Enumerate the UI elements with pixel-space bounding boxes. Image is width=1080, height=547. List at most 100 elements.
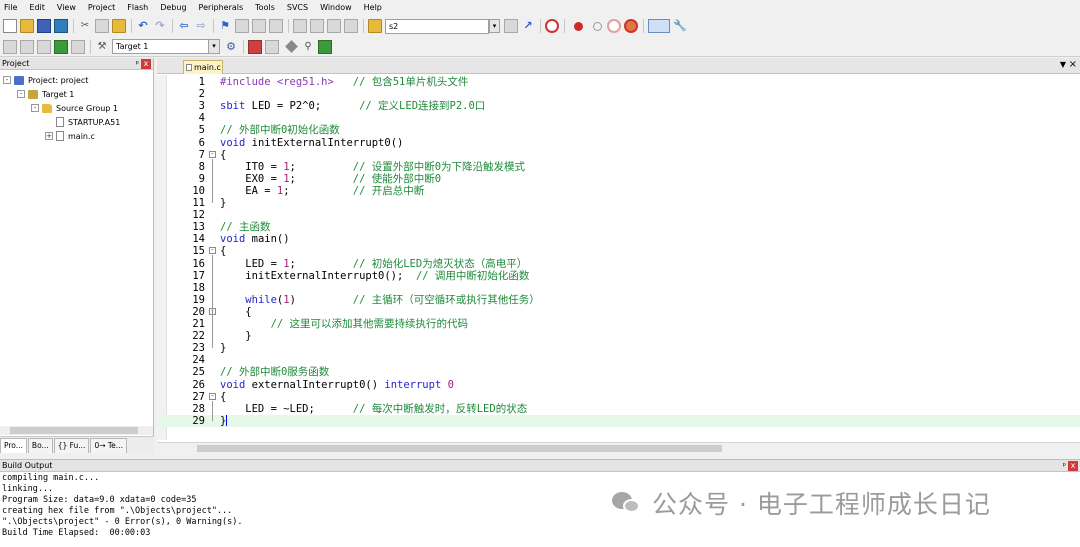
collapse-icon[interactable]: - (3, 76, 11, 84)
new-file-icon[interactable] (3, 19, 17, 33)
menu-item-window[interactable]: Window (320, 0, 352, 16)
code-token: // 每次中断触发时，反转LED的状态 (352, 402, 528, 415)
menu-item-svcs[interactable]: SVCS (287, 0, 308, 16)
code-token: EA = (220, 184, 277, 197)
disable-all-breakpoints-icon[interactable] (624, 19, 638, 33)
menu-item-help[interactable]: Help (364, 0, 382, 16)
line-number: 9 (198, 172, 205, 185)
undo-icon[interactable]: ↶ (136, 19, 150, 33)
expand-icon[interactable]: + (45, 132, 53, 140)
navigate-forward-icon[interactable]: ⇨ (194, 19, 208, 33)
breakpoint-icon[interactable] (574, 21, 583, 31)
editor-hscrollbar[interactable] (157, 442, 1080, 453)
comment-icon[interactable] (327, 19, 341, 33)
collapse-icon[interactable]: - (17, 90, 25, 98)
cut-icon[interactable]: ✂ (78, 19, 92, 33)
tree-item[interactable]: + main.c (0, 129, 153, 143)
tree-item[interactable]: STARTUP.A51 (0, 115, 153, 129)
clear-bookmarks-icon[interactable] (269, 19, 283, 33)
indent-icon[interactable] (293, 19, 307, 33)
tree-item[interactable]: - Target 1 (0, 87, 153, 101)
fold-toggle-icon[interactable]: - (209, 150, 216, 158)
target-select[interactable]: Target 1 ▾ (112, 39, 220, 54)
menu-item-file[interactable]: File (4, 0, 17, 16)
code-text: void externalInterrupt0() interrupt 0 (220, 379, 454, 391)
tab-books[interactable]: Bo... (27, 438, 53, 453)
fold-toggle-icon[interactable]: - (209, 392, 216, 400)
code-text: EX0 = 1; // 使能外部中断0 (220, 173, 441, 185)
find-combo-dropdown-icon[interactable]: ▾ (489, 19, 500, 33)
code-token: 0 (447, 378, 454, 391)
close-icon[interactable]: x (1068, 461, 1078, 471)
next-bookmark-icon[interactable] (252, 19, 266, 33)
scrollbar-thumb[interactable] (10, 427, 138, 434)
open-file-icon[interactable] (20, 19, 34, 33)
pin-icon[interactable]: ᵖ (1063, 460, 1066, 472)
tree-item-label: Target 1 (42, 89, 75, 99)
tab-functions[interactable]: {} Fu... (53, 438, 90, 453)
chevron-down-icon[interactable]: ▾ (208, 40, 219, 53)
navigate-back-icon[interactable]: ⇦ (177, 19, 191, 33)
code-token: initExternalInterrupt0(); (220, 269, 416, 282)
window-layout-icon[interactable] (648, 19, 670, 33)
code-text: void initExternalInterrupt0() (220, 137, 403, 149)
code-token: // 初始化LED为熄灭状态（高电平） (352, 257, 528, 270)
code-line: 9 EX0 = 1; // 使能外部中断0 (157, 173, 1080, 185)
paste-icon[interactable] (112, 19, 126, 33)
code-line: 16 LED = 1; // 初始化LED为熄灭状态（高电平） (157, 258, 1080, 270)
menu-item-tools[interactable]: Tools (255, 0, 275, 16)
menu-item-debug[interactable]: Debug (160, 0, 186, 16)
uncomment-icon[interactable] (344, 19, 358, 33)
download-icon[interactable]: ⚒ (95, 40, 109, 54)
save-all-icon[interactable] (54, 19, 68, 33)
save-icon[interactable] (37, 19, 51, 33)
tree-item[interactable]: - Source Group 1 (0, 101, 153, 115)
tab-templates[interactable]: 0→ Te... (90, 438, 127, 453)
pack-installer-icon[interactable] (285, 40, 298, 53)
wechat-logo-icon (612, 490, 642, 516)
tab-list-dropdown-icon[interactable]: ▼ (1060, 60, 1066, 69)
prev-bookmark-icon[interactable] (235, 19, 249, 33)
batch-build-icon[interactable] (54, 39, 68, 54)
collapse-icon[interactable]: - (31, 104, 39, 112)
stop-build-icon[interactable] (71, 39, 85, 54)
translate-icon[interactable] (3, 39, 17, 54)
fold-toggle-icon[interactable]: - (209, 247, 216, 255)
debug-session-icon[interactable] (545, 19, 559, 33)
configure-icon[interactable]: 🔧 (673, 19, 687, 33)
scrollbar-thumb[interactable] (197, 445, 722, 452)
select-packs-icon[interactable]: ⚲ (301, 40, 315, 54)
file-extensions-icon[interactable] (265, 39, 279, 54)
tab-project[interactable]: Pro... (0, 438, 27, 453)
manage-components-icon[interactable] (248, 39, 262, 54)
menu-item-edit[interactable]: Edit (29, 0, 45, 16)
build-output-line: Build Time Elapsed: 00:00:03 (2, 528, 151, 538)
tree-item[interactable]: - Project: project (0, 73, 153, 87)
incremental-find-icon[interactable]: ↗ (521, 19, 535, 33)
close-tab-icon[interactable]: × (1069, 59, 1077, 70)
unindent-icon[interactable] (310, 19, 324, 33)
redo-icon[interactable]: ↷ (153, 19, 167, 33)
find-in-files-icon[interactable] (368, 19, 382, 33)
rebuild-icon[interactable] (37, 39, 51, 54)
code-text: LED = 1; // 初始化LED为熄灭状态（高电平） (220, 258, 527, 270)
build-icon[interactable] (20, 39, 34, 54)
line-number: 17 (192, 269, 205, 282)
pin-icon[interactable]: ᵖ (136, 58, 139, 70)
find-icon[interactable] (504, 19, 518, 33)
project-hscrollbar[interactable] (0, 426, 153, 435)
target-options-icon[interactable]: ⚙ (224, 40, 238, 54)
menu-item-peripherals[interactable]: Peripherals (199, 0, 244, 16)
disable-breakpoint-icon[interactable] (593, 21, 602, 31)
tab-main-c[interactable]: main.c (183, 60, 223, 74)
menu-item-view[interactable]: View (57, 0, 76, 16)
bookmark-icon[interactable]: ⚑ (218, 19, 232, 33)
close-icon[interactable]: x (141, 59, 151, 69)
menu-item-flash[interactable]: Flash (127, 0, 148, 16)
copy-icon[interactable] (95, 19, 109, 33)
run-time-environment-icon[interactable] (318, 39, 332, 54)
find-combo[interactable]: s2 (385, 18, 489, 34)
menu-item-project[interactable]: Project (88, 0, 115, 16)
kill-breakpoints-icon[interactable] (607, 19, 621, 33)
code-text-area[interactable]: 1 #include <reg51.h> // 包含51单片机头文件 2 3 sbit … (157, 75, 1080, 440)
